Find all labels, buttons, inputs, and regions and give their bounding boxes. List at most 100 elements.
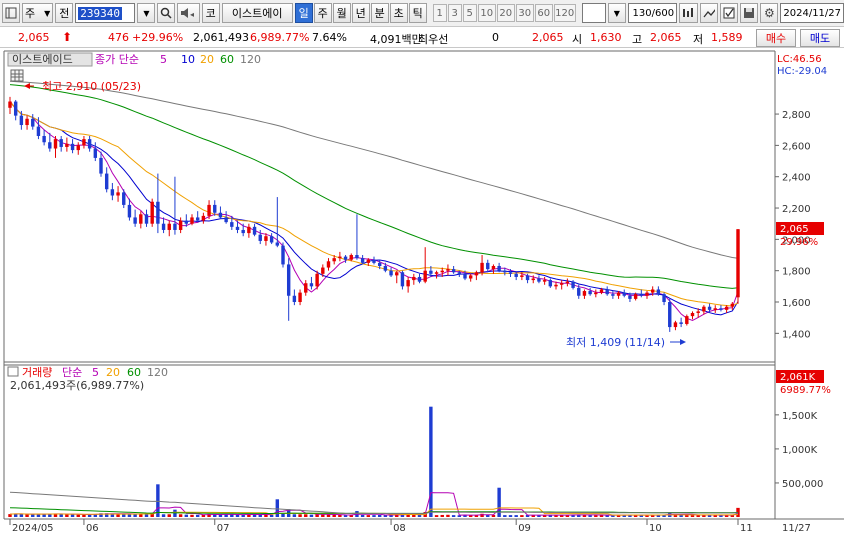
candle-body [423, 270, 427, 282]
interval-button[interactable]: 5 [462, 4, 477, 22]
trade-amount: 4,091백만 [370, 33, 422, 46]
interval-custom-input[interactable] [581, 3, 606, 23]
vol-ma60-legend: 60 [127, 366, 141, 379]
gear-icon: ⚙ [763, 6, 775, 20]
code-dropdown-button[interactable]: ▼ [137, 3, 156, 23]
candle-body [668, 302, 672, 328]
volume-bar [59, 514, 63, 517]
price-tick-label: 1,600 [782, 298, 811, 309]
drawing-tool-button[interactable] [699, 3, 719, 23]
candle-body [457, 272, 462, 274]
svg-text:◂: ◂ [190, 10, 194, 19]
volume-bar [520, 515, 524, 517]
candle-body [281, 245, 285, 265]
interval-button[interactable]: 30 [515, 4, 534, 22]
tab-period-year[interactable]: 년 [351, 3, 370, 23]
price-tick-label: 2,800 [782, 110, 811, 121]
candle-body [730, 303, 735, 307]
search-button[interactable] [157, 3, 176, 23]
tab-period-week[interactable]: 주 [313, 3, 332, 23]
candle-body [190, 217, 194, 224]
candle-body [31, 118, 35, 127]
search-icon [161, 7, 172, 19]
open-label: 시 [572, 33, 583, 46]
stock-chart[interactable]: 2,8002,6002,4002,2002,0001,8001,6001,400… [0, 49, 844, 540]
high-label: 고 [632, 33, 643, 46]
volume-bar [491, 514, 496, 517]
interval-button[interactable]: 120 [553, 4, 576, 22]
candle-body [292, 295, 297, 303]
candle-body [537, 278, 541, 282]
candle-body [611, 294, 615, 296]
volume-ma-legend-label: 단순 [62, 366, 82, 379]
prefix-button[interactable]: 전 [55, 3, 74, 23]
candle-body [639, 294, 644, 296]
candle-body [548, 280, 553, 287]
candle-body [696, 311, 700, 313]
interval-dropdown-button[interactable]: ▼ [607, 3, 626, 23]
vol-ma120-legend: 120 [147, 366, 168, 379]
volume-bar [366, 515, 371, 517]
volume-legend-label: 거래량 [22, 366, 52, 379]
buy-button[interactable]: 매수 [756, 29, 796, 47]
candle-body [377, 262, 382, 266]
candle-body [19, 115, 24, 126]
candle-body [127, 204, 132, 218]
candle-body [13, 101, 18, 116]
volume-bar [31, 514, 35, 517]
candle-body [503, 270, 507, 273]
quote-bar: 2,065 ⬆ 476 +29.96% 2,061,493 6,989.77% … [0, 28, 844, 48]
date-field[interactable]: 2024/11/27 [780, 3, 844, 23]
interval-button[interactable]: 20 [496, 4, 515, 22]
sell-button[interactable]: 매도 [800, 29, 840, 47]
interval-button[interactable]: 3 [447, 4, 462, 22]
candle-body [321, 267, 325, 274]
chart-grid-icon[interactable] [10, 69, 24, 82]
candle-body [673, 322, 678, 328]
panel-toggle-button[interactable] [2, 3, 20, 23]
candle-body [577, 287, 581, 296]
bar-count-input[interactable]: 130/600 [627, 3, 678, 23]
stock-code-input[interactable]: 239340 [75, 3, 136, 23]
price-change-pct: +29.96% [132, 31, 184, 44]
hc-value: HC:-29.04 [777, 66, 827, 77]
candle-body [269, 236, 274, 243]
exchange-button[interactable]: 코 [201, 3, 220, 23]
candle-body [230, 222, 234, 227]
candle-body [178, 220, 183, 230]
stock-name-button[interactable]: 이스트에이 [221, 3, 293, 23]
interval-button[interactable]: 10 [477, 4, 496, 22]
tab-period-tick[interactable]: 틱 [408, 3, 427, 23]
interval-button[interactable]: 60 [534, 4, 553, 22]
current-price-tag-value: 2,065 [780, 224, 809, 235]
volume-bar [190, 514, 194, 517]
volume-bar [161, 514, 166, 517]
chart-settings-button[interactable] [679, 3, 698, 23]
interval-button[interactable]: 1 [432, 4, 447, 22]
tab-period-minute[interactable]: 분 [370, 3, 389, 23]
candle-body [645, 292, 649, 296]
tab-period-day[interactable]: 일 [294, 3, 313, 23]
chart-toolbar: 주 ▼ 전 239340 ▼ ◂ 코 이스트에이 일 주 월 년 분 초 틱 1… [0, 0, 844, 27]
current-price-tag-pct: 29.96% [780, 237, 818, 248]
volume-pct: 6,989.77% [250, 31, 310, 44]
volume-bar [338, 514, 342, 517]
chart-tools-icon [683, 8, 694, 17]
candle-body [520, 275, 524, 277]
chart-type-selector[interactable]: 주 ▼ [22, 3, 54, 23]
price-tick-label: 2,400 [782, 173, 811, 184]
tab-period-month[interactable]: 월 [332, 3, 351, 23]
chevron-down-icon: ▼ [44, 8, 51, 18]
volume-bar [360, 514, 365, 517]
tab-period-second[interactable]: 초 [389, 3, 408, 23]
save-button[interactable] [740, 3, 759, 23]
settings-button[interactable]: ⚙ [760, 3, 779, 23]
volume-bar [309, 514, 314, 517]
candle-body [201, 215, 206, 221]
candle-body [395, 272, 399, 276]
volume-bar [42, 514, 46, 517]
checkbox-button[interactable] [720, 3, 739, 23]
turnover-pct: 7.64% [312, 31, 347, 44]
sound-button[interactable]: ◂ [177, 3, 200, 23]
candle-body [474, 272, 479, 276]
